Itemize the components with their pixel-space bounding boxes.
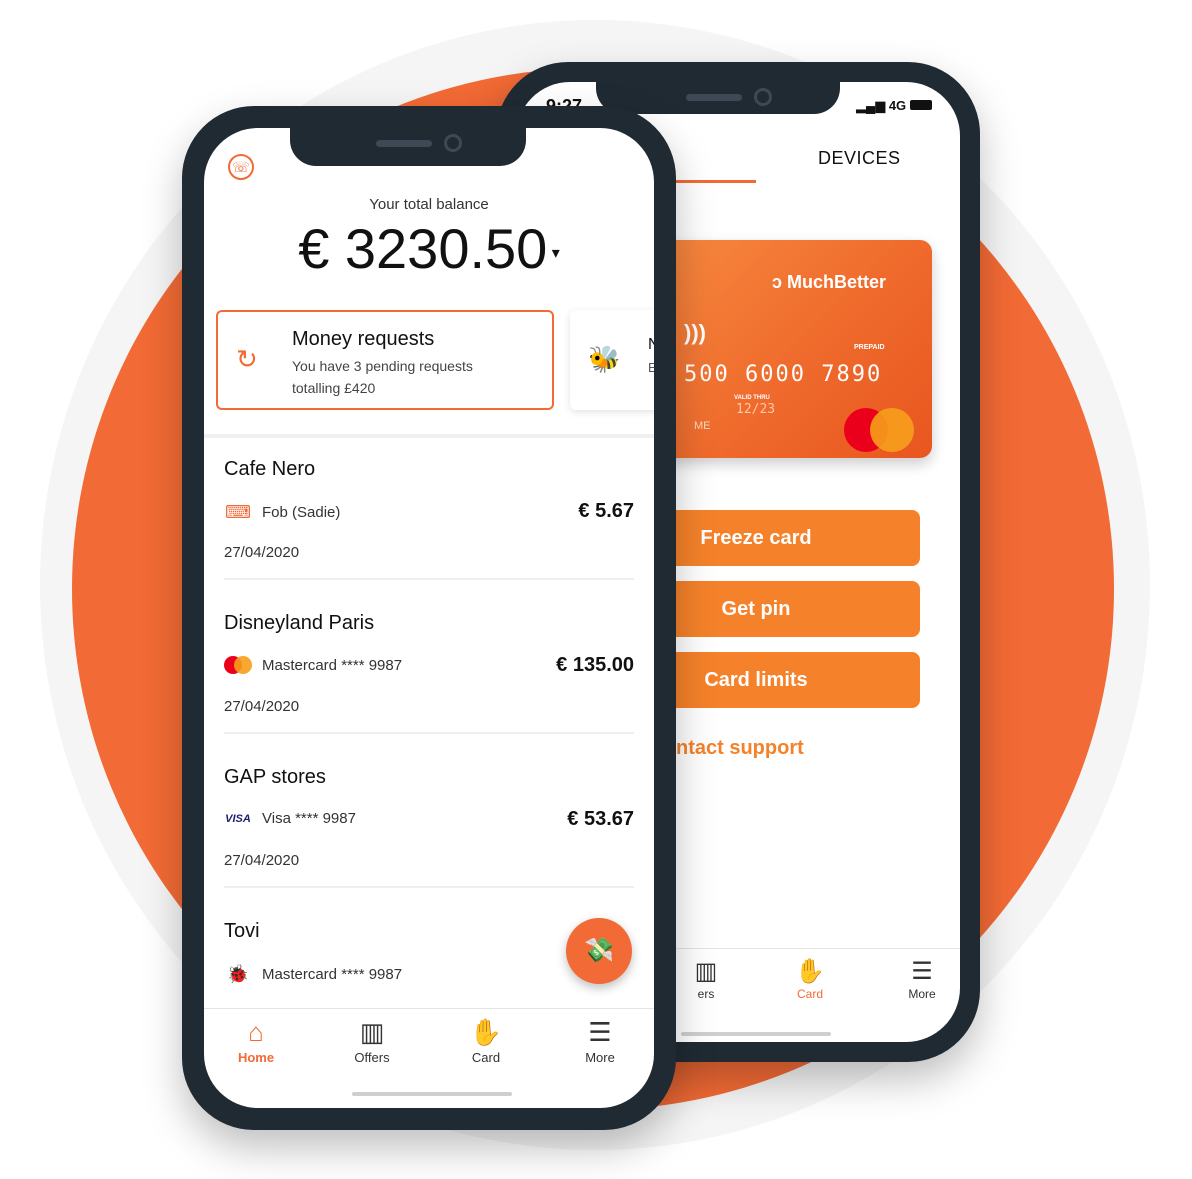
speaker (686, 94, 742, 101)
send-money-button[interactable]: 💸 (566, 918, 632, 984)
transaction-amount: € 5.67 (578, 500, 634, 522)
nav-card[interactable]: ✋ Card (770, 957, 850, 1001)
caret-down-icon: ▾ (547, 245, 560, 263)
nav-divider (204, 1008, 654, 1009)
menu-icon: ☰ (588, 1017, 612, 1047)
balance-label: Your total balance (369, 196, 489, 213)
card-expiry: 12/23 (736, 402, 776, 417)
mastercard-icon (224, 656, 252, 674)
card-icon: ✋ (469, 1017, 503, 1047)
camera (754, 88, 772, 106)
row-divider (224, 578, 634, 580)
clock-refresh-icon: ↻ (236, 344, 258, 374)
contact-support-link[interactable]: ntact support (676, 737, 804, 760)
valid-thru-label: VALID THRU (734, 395, 770, 401)
transaction-date: 27/04/2020 (224, 544, 300, 561)
mastercard-icon (844, 408, 916, 454)
bug-icon: 🐞 (226, 964, 250, 984)
contactless-icon: ))) (684, 320, 706, 345)
nav-offers[interactable]: ▥ Offers (322, 1016, 422, 1065)
transaction-method: 🐞 Mastercard **** 9987 (224, 964, 402, 985)
camera (444, 134, 462, 152)
transaction-method: VISA Visa **** 9987 (225, 810, 356, 827)
money-transfer-icon: 💸 (584, 937, 614, 964)
money-requests-line2: totalling £420 (292, 380, 376, 396)
battery-icon (910, 100, 932, 110)
home-icon: ⌂ (248, 1017, 264, 1047)
money-requests-line1: You have 3 pending requests (292, 358, 473, 374)
transaction-amount: € 53.67 (567, 808, 634, 830)
next-card-title: N (648, 336, 654, 353)
get-pin-button[interactable]: Get pin (636, 581, 920, 637)
section-divider (204, 434, 654, 438)
front-phone-screen: ☏ Your total balance € 3230.50 ▾ ↻ Money… (204, 128, 654, 1108)
transaction-date: 27/04/2020 (224, 852, 300, 869)
money-requests-card[interactable]: ↻ Money requests You have 3 pending requ… (216, 310, 554, 410)
offers-icon: ▥ (694, 958, 718, 985)
transaction-amount: € 135.00 (556, 654, 634, 676)
transaction-row[interactable]: Cafe Nero ⌨ Fob (Sadie) € 5.67 27/04/2020 (224, 458, 634, 608)
card-icon: ✋ (795, 958, 825, 985)
menu-icon: ☰ (911, 958, 933, 985)
card-type: PREPAID (854, 344, 885, 351)
nav-home[interactable]: ⌂ Home (206, 1016, 306, 1065)
next-card[interactable]: 🐝 N E (570, 310, 654, 410)
transaction-merchant: GAP stores (224, 766, 326, 788)
freeze-card-button[interactable]: Freeze card (636, 510, 920, 566)
transaction-method: ⌨ Fob (Sadie) (225, 502, 341, 522)
transaction-row[interactable]: Disneyland Paris Mastercard **** 9987 € … (224, 612, 634, 762)
card-holder: ME (694, 420, 711, 432)
transaction-merchant: Cafe Nero (224, 458, 316, 480)
notch (596, 62, 840, 114)
balance-value[interactable]: € 3230.50 ▾ (204, 216, 654, 281)
row-divider (224, 732, 634, 734)
next-card-sub: E (648, 360, 654, 375)
front-phone: ☏ Your total balance € 3230.50 ▾ ↻ Money… (182, 106, 676, 1130)
tab-devices[interactable]: DEVICES (818, 148, 901, 169)
nav-more[interactable]: ☰ More (882, 957, 960, 1001)
bee-icon: 🐝 (588, 344, 621, 374)
prepaid-card[interactable]: ))) ↄ MuchBetter PREPAID 500 6000 7890 V… (654, 240, 932, 458)
transaction-method: Mastercard **** 9987 (224, 656, 402, 674)
nav-more[interactable]: ☰ More (550, 1016, 650, 1065)
transaction-row[interactable]: GAP stores VISA Visa **** 9987 € 53.67 27… (224, 766, 634, 916)
tab-indicator (666, 180, 756, 183)
notch (290, 106, 526, 166)
speaker (376, 140, 432, 147)
fob-icon: ⌨ (225, 502, 251, 522)
transaction-date: 27/04/2020 (224, 698, 300, 715)
card-number: 500 6000 7890 (684, 362, 883, 387)
nav-offers[interactable]: ▥ ers (666, 957, 746, 1001)
offers-icon: ▥ (359, 1017, 385, 1047)
status-network: ▂▄▆ 4G (856, 98, 907, 113)
transaction-merchant: Disneyland Paris (224, 612, 375, 634)
transaction-merchant: Tovi (224, 920, 260, 942)
nav-divider (636, 948, 960, 949)
home-indicator (681, 1032, 831, 1036)
contactless-phone-icon[interactable]: ☏ (228, 154, 254, 180)
visa-icon: VISA (225, 812, 251, 825)
home-indicator (352, 1092, 512, 1096)
money-requests-title: Money requests (292, 328, 435, 350)
row-divider (224, 886, 634, 888)
card-limits-button[interactable]: Card limits (636, 652, 920, 708)
nav-card[interactable]: ✋ Card (436, 1016, 536, 1065)
card-brand: ↄ MuchBetter (772, 272, 887, 292)
